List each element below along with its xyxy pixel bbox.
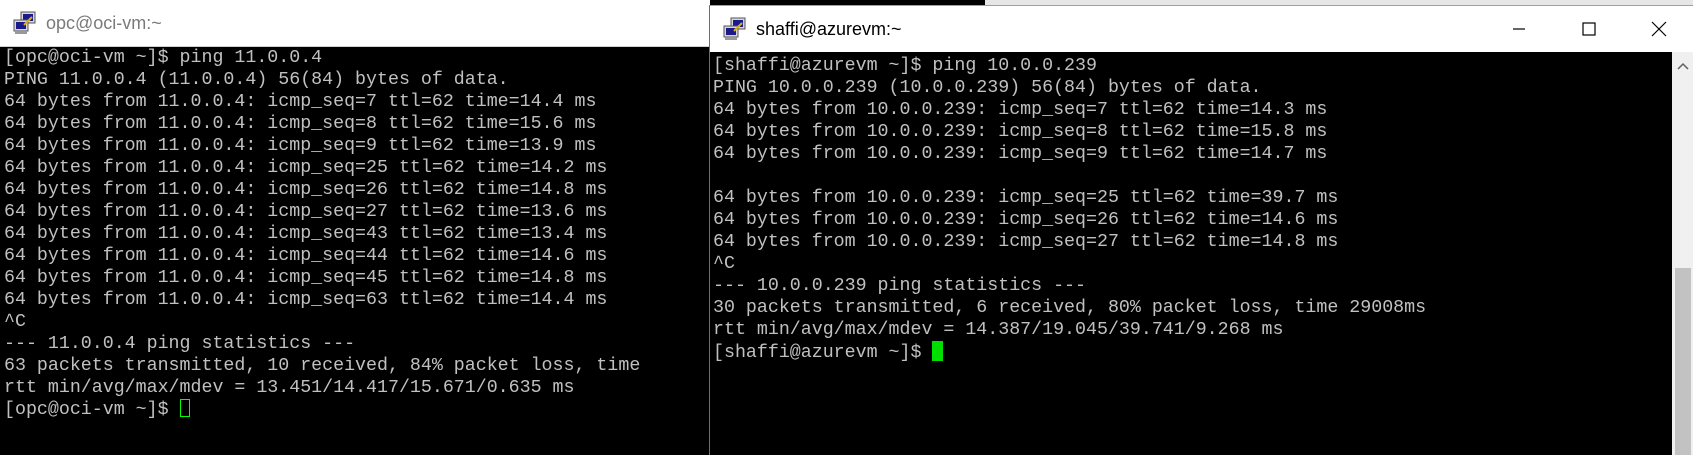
terminal-line: 64 bytes from 11.0.0.4: icmp_seq=25 ttl=… <box>4 158 608 178</box>
terminal-output[interactable]: [opc@oci-vm ~]$ ping 11.0.0.4 PING 11.0.0… <box>0 47 710 454</box>
terminal-line: 64 bytes from 10.0.0.239: icmp_seq=9 ttl… <box>713 144 1328 164</box>
text-cursor <box>932 341 944 361</box>
scrollbar-thumb[interactable] <box>1675 268 1691 455</box>
terminal-line: 64 bytes from 11.0.0.4: icmp_seq=26 ttl=… <box>4 180 608 200</box>
terminal-line: rtt min/avg/max/mdev = 14.387/19.045/39.… <box>713 320 1284 340</box>
terminal-line: [shaffi@azurevm ~]$ ping 10.0.0.239 <box>713 56 1097 76</box>
text-cursor <box>179 399 190 417</box>
minimize-button[interactable] <box>1484 6 1554 52</box>
window-title: opc@oci-vm:~ <box>46 12 162 33</box>
terminal-line: 64 bytes from 11.0.0.4: icmp_seq=8 ttl=6… <box>4 114 597 134</box>
terminal-output[interactable]: [shaffi@azurevm ~]$ ping 10.0.0.239 PING … <box>710 52 1693 455</box>
terminal-line: 64 bytes from 10.0.0.239: icmp_seq=7 ttl… <box>713 100 1328 120</box>
right-terminal-window[interactable]: shaffi@azurevm:~ [shaffi@azurevm ~]$ pin… <box>709 5 1693 455</box>
close-button[interactable] <box>1624 6 1693 52</box>
right-title-bar[interactable]: shaffi@azurevm:~ <box>710 6 1693 52</box>
left-terminal-window[interactable]: opc@oci-vm:~ [opc@oci-vm ~]$ ping 11.0.0… <box>0 0 710 454</box>
terminal-line: 64 bytes from 11.0.0.4: icmp_seq=44 ttl=… <box>4 246 608 266</box>
close-icon <box>1651 21 1667 37</box>
terminal-line: 64 bytes from 11.0.0.4: icmp_seq=43 ttl=… <box>4 224 608 244</box>
terminal-line: 64 bytes from 11.0.0.4: icmp_seq=63 ttl=… <box>4 290 608 310</box>
terminal-line: 30 packets transmitted, 6 received, 80% … <box>713 298 1427 318</box>
maximize-button[interactable] <box>1554 6 1624 52</box>
prompt-line[interactable]: [shaffi@azurevm ~]$ <box>713 341 1693 363</box>
terminal-line: 63 packets transmitted, 10 received, 84%… <box>4 356 641 376</box>
terminal-line: 64 bytes from 11.0.0.4: icmp_seq=9 ttl=6… <box>4 136 597 156</box>
maximize-icon <box>1582 22 1596 36</box>
terminal-line: ^C <box>4 312 26 332</box>
terminal-line: 64 bytes from 10.0.0.239: icmp_seq=25 tt… <box>713 188 1339 208</box>
terminal-line: --- 10.0.0.239 ping statistics --- <box>713 276 1086 296</box>
terminal-line: 64 bytes from 11.0.0.4: icmp_seq=27 ttl=… <box>4 202 608 222</box>
scroll-up-icon[interactable] <box>1677 62 1689 70</box>
prompt-line[interactable]: [opc@oci-vm ~]$ <box>4 399 710 421</box>
window-title: shaffi@azurevm:~ <box>756 18 902 39</box>
terminal-line: PING 10.0.0.239 (10.0.0.239) 56(84) byte… <box>713 78 1262 98</box>
terminal-line: PING 11.0.0.4 (11.0.0.4) 56(84) bytes of… <box>4 70 509 90</box>
terminal-line: [opc@oci-vm ~]$ ping 11.0.0.4 <box>4 48 323 68</box>
shell-prompt: [opc@oci-vm ~]$ <box>4 400 180 420</box>
terminal-line: 64 bytes from 10.0.0.239: icmp_seq=27 tt… <box>713 232 1339 252</box>
terminal-line: rtt min/avg/max/mdev = 13.451/14.417/15.… <box>4 378 575 398</box>
terminal-line: 64 bytes from 10.0.0.239: icmp_seq=26 tt… <box>713 210 1339 230</box>
terminal-line: 64 bytes from 11.0.0.4: icmp_seq=7 ttl=6… <box>4 92 597 112</box>
terminal-line: ^C <box>713 254 735 274</box>
terminal-line: 64 bytes from 10.0.0.239: icmp_seq=8 ttl… <box>713 122 1328 142</box>
putty-icon <box>723 17 746 40</box>
terminal-line: --- 11.0.0.4 ping statistics --- <box>4 334 356 354</box>
terminal-line: 64 bytes from 11.0.0.4: icmp_seq=45 ttl=… <box>4 268 608 288</box>
putty-icon <box>13 11 36 34</box>
minimize-icon <box>1513 28 1525 30</box>
scrollbar[interactable] <box>1672 52 1693 455</box>
shell-prompt: [shaffi@azurevm ~]$ <box>713 343 933 363</box>
left-title-bar[interactable]: opc@oci-vm:~ <box>0 0 710 47</box>
